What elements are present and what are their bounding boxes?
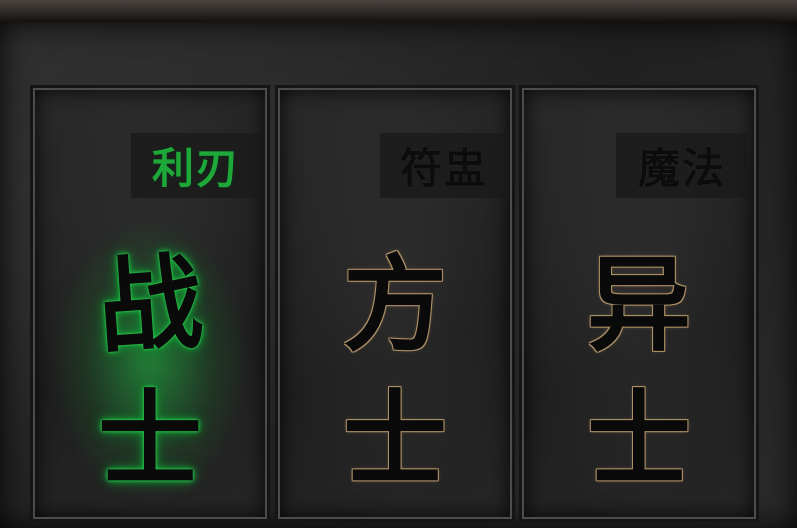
class-name-char-1: 方 [342, 243, 447, 366]
class-name-char-1: 异 [586, 243, 691, 366]
class-selection-frame: 利刃 战 士 符盅 方 士 魔法 异 士 [0, 22, 797, 528]
class-card-warrior[interactable]: 利刃 战 士 [33, 88, 267, 519]
class-name-char-2: 士 [97, 378, 202, 501]
class-name-char-2: 士 [342, 378, 447, 501]
class-tag-yishi: 魔法 [616, 133, 748, 198]
class-tag-warrior: 利刃 [131, 133, 261, 198]
top-border [0, 0, 797, 23]
class-card-fangshi[interactable]: 符盅 方 士 [278, 88, 512, 519]
class-card-yishi[interactable]: 魔法 异 士 [522, 88, 756, 519]
class-tag-fangshi: 符盅 [380, 133, 508, 198]
class-name-char-2: 士 [586, 378, 691, 501]
class-name-char-1: 战 [93, 239, 207, 370]
